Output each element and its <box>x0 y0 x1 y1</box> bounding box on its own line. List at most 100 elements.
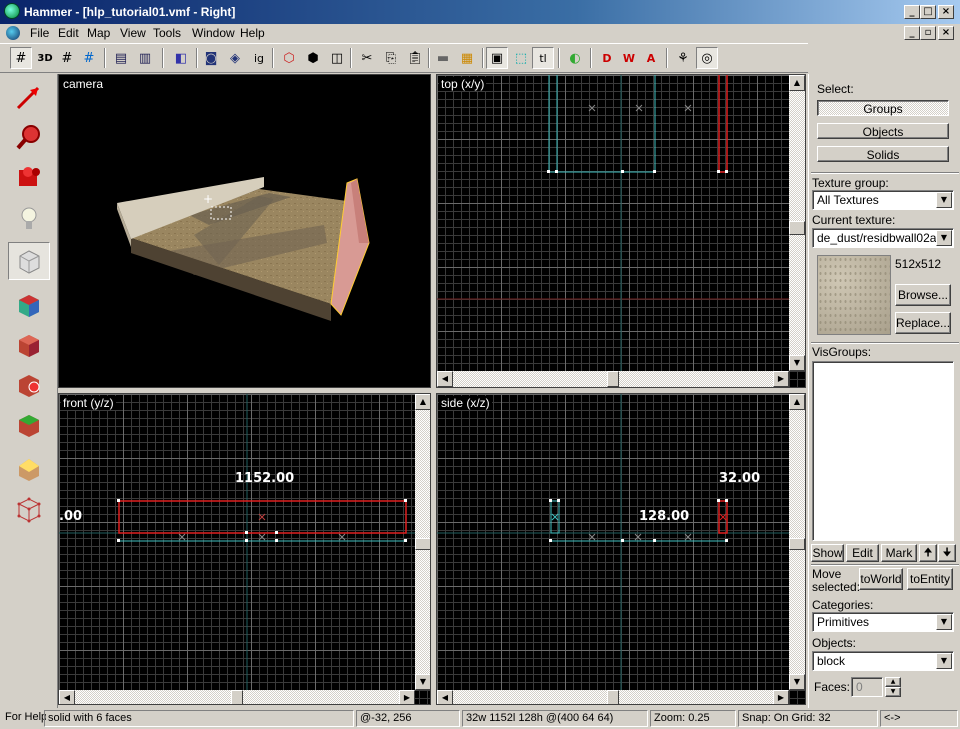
side-viewport[interactable]: 128.00 32.00 side (x/z) ▲ ▼ ◀ ▶ <box>436 393 806 705</box>
texture-preview[interactable] <box>817 255 891 335</box>
apply-texture-tool[interactable] <box>8 326 50 364</box>
maximize-button[interactable]: □ <box>920 5 936 19</box>
decal-icon[interactable]: ▦ <box>456 47 478 69</box>
carve-icon[interactable]: ⬡ <box>278 47 300 69</box>
side-view-hscroll[interactable]: ◀ ▶ <box>437 690 789 704</box>
grid-toggle-icon[interactable]: # <box>10 47 32 69</box>
camera-viewport[interactable]: camera + <box>58 74 431 388</box>
group-icon[interactable]: ▤ <box>110 47 132 69</box>
browse-button[interactable]: Browse... <box>895 284 951 306</box>
to-world-button[interactable]: toWorld <box>859 568 903 590</box>
3d-grid-icon[interactable]: 3D <box>34 47 56 69</box>
menu-view[interactable]: View <box>120 26 146 40</box>
front-view-vscroll[interactable]: ▲ ▼ <box>415 394 430 690</box>
top-view-vscroll[interactable]: ▲ ▼ <box>789 75 805 371</box>
move-down-icon[interactable]: 🠋 <box>938 544 956 562</box>
cordon-icon[interactable]: ◎ <box>696 47 718 69</box>
move-up-icon[interactable]: 🠉 <box>919 544 937 562</box>
select-solids-button[interactable]: Solids <box>817 146 949 162</box>
grid-smaller-icon[interactable]: # <box>56 47 78 69</box>
select-groups-button[interactable]: Groups <box>817 100 949 116</box>
faces-up-icon[interactable]: ▲ <box>885 677 901 687</box>
visgroups-list[interactable] <box>812 361 954 541</box>
display-a-icon[interactable]: A <box>640 47 662 69</box>
side-view-vthumb[interactable] <box>789 538 805 550</box>
chevron-down-icon[interactable]: ▼ <box>936 230 952 246</box>
doc-restore-button[interactable]: ▫ <box>920 26 936 40</box>
texture-bar-icon[interactable]: ▬ <box>432 47 454 69</box>
scroll-up-icon[interactable]: ▲ <box>789 75 805 91</box>
faces-input[interactable]: 0 <box>851 677 883 697</box>
texture-lock-tl-icon[interactable]: tl <box>532 47 554 69</box>
chevron-down-icon[interactable]: ▼ <box>936 653 952 669</box>
hide-selected-icon[interactable]: ◙ <box>200 47 222 69</box>
path-icon[interactable]: ⚘ <box>672 47 694 69</box>
top-view-hscroll[interactable]: ◀ ▶ <box>437 371 789 387</box>
display-w-icon[interactable]: W <box>618 47 640 69</box>
texture-application-tool[interactable] <box>8 286 50 324</box>
texture-group-select[interactable]: All Textures ▼ <box>812 190 954 210</box>
objects-select[interactable]: block ▼ <box>812 651 954 671</box>
scroll-down-icon[interactable]: ▼ <box>789 674 805 690</box>
visgroup-mark-button[interactable]: Mark <box>881 544 917 562</box>
display-d-icon[interactable]: D <box>596 47 618 69</box>
clipping-tool[interactable] <box>8 450 50 488</box>
front-viewport[interactable]: 1152.00 .00 front (y/z) ▲ ▼ ◀ ▶ <box>58 393 431 705</box>
clip-icon[interactable]: ◫ <box>326 47 348 69</box>
doc-close-button[interactable]: × <box>938 26 954 40</box>
grid-larger-icon[interactable]: # <box>78 47 100 69</box>
ungroup-icon[interactable]: ▥ <box>134 47 156 69</box>
front-view-hthumb[interactable] <box>231 690 243 704</box>
select-box-icon[interactable]: ▣ <box>486 47 508 69</box>
top-viewport[interactable]: top (x/y) ▲ ▼ ◀ ▶ <box>436 74 806 388</box>
scroll-right-icon[interactable]: ▶ <box>773 371 789 387</box>
close-button[interactable]: × <box>938 5 954 19</box>
overlay-tool[interactable] <box>8 406 50 444</box>
doc-minimize-button[interactable]: _ <box>904 26 920 40</box>
cut-icon[interactable]: ✂ <box>356 47 378 69</box>
camera-tool[interactable] <box>8 158 50 196</box>
replace-button[interactable]: Replace... <box>895 312 951 334</box>
ignore-groups-icon[interactable]: ig <box>248 47 270 69</box>
block-tool[interactable] <box>8 242 50 280</box>
scroll-left-icon[interactable]: ◀ <box>59 690 75 704</box>
front-view-vthumb[interactable] <box>415 538 430 550</box>
selection-tool[interactable] <box>8 78 50 116</box>
menu-help[interactable]: Help <box>240 26 265 40</box>
chevron-down-icon[interactable]: ▼ <box>936 192 952 208</box>
scroll-down-icon[interactable]: ▼ <box>415 674 430 690</box>
paste-icon[interactable]: 📋︎ <box>404 47 426 69</box>
minimize-button[interactable]: _ <box>904 5 920 19</box>
scroll-up-icon[interactable]: ▲ <box>415 394 430 410</box>
scroll-down-icon[interactable]: ▼ <box>789 355 805 371</box>
visgroup-edit-button[interactable]: Edit <box>846 544 879 562</box>
scroll-right-icon[interactable]: ▶ <box>399 690 415 704</box>
current-texture-select[interactable]: de_dust/residbwall02a ▼ <box>812 228 954 248</box>
texture-lock-icon[interactable]: ◧ <box>170 47 192 69</box>
flip-icon[interactable]: ◐ <box>564 47 586 69</box>
scroll-up-icon[interactable]: ▲ <box>789 394 805 410</box>
menu-edit[interactable]: Edit <box>58 26 79 40</box>
decal-tool[interactable] <box>8 366 50 404</box>
front-view-hscroll[interactable]: ◀ ▶ <box>59 690 415 704</box>
entity-tool[interactable] <box>8 200 50 238</box>
select-cursor-icon[interactable]: ⬚ <box>510 47 532 69</box>
faces-down-icon[interactable]: ▼ <box>885 687 901 697</box>
menu-map[interactable]: Map <box>87 26 110 40</box>
top-view-hthumb[interactable] <box>607 371 619 387</box>
select-objects-button[interactable]: Objects <box>817 123 949 139</box>
visgroup-show-button[interactable]: Show <box>811 544 844 562</box>
document-icon[interactable] <box>6 26 20 40</box>
vertex-tool[interactable] <box>8 490 50 528</box>
magnify-tool[interactable] <box>8 118 50 156</box>
to-entity-button[interactable]: toEntity <box>907 568 953 590</box>
chevron-down-icon[interactable]: ▼ <box>936 614 952 630</box>
scroll-right-icon[interactable]: ▶ <box>773 690 789 704</box>
show-all-icon[interactable]: ◈ <box>224 47 246 69</box>
menu-window[interactable]: Window <box>192 26 235 40</box>
menu-tools[interactable]: Tools <box>153 26 181 40</box>
side-view-hthumb[interactable] <box>607 690 619 704</box>
menu-file[interactable]: File <box>30 26 49 40</box>
scroll-left-icon[interactable]: ◀ <box>437 690 453 704</box>
top-view-vthumb[interactable] <box>789 221 805 235</box>
